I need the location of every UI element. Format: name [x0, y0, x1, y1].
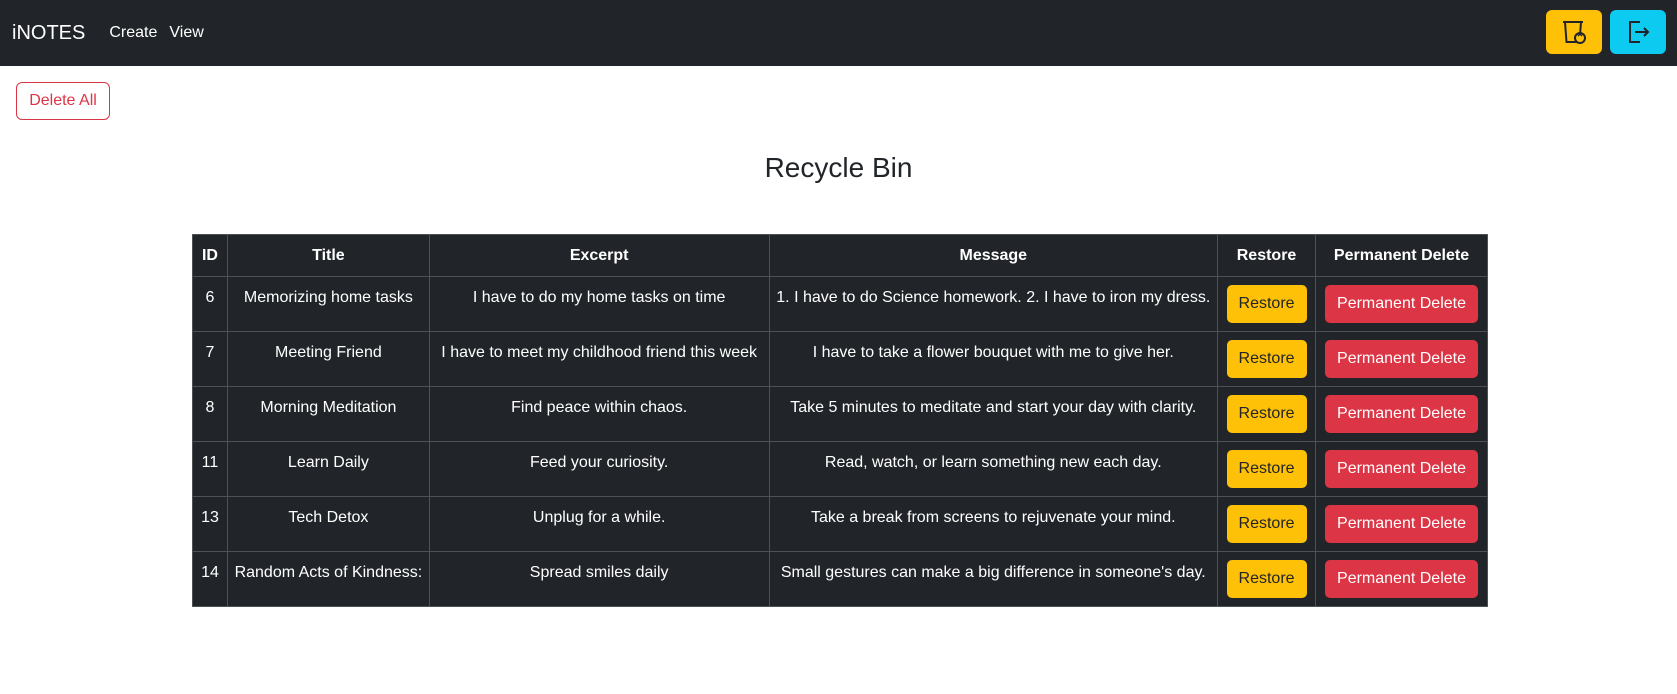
brand-logo[interactable]: iNOTES: [12, 22, 85, 45]
cell-excerpt: Find peace within chaos.: [428, 386, 770, 442]
permanent-delete-button[interactable]: Permanent Delete: [1325, 285, 1478, 323]
cell-excerpt: Spread smiles daily: [428, 551, 770, 607]
cell-id: 6: [192, 276, 228, 332]
restore-button[interactable]: Restore: [1226, 505, 1307, 543]
cell-permanent-delete: Permanent Delete: [1315, 496, 1488, 552]
cell-permanent-delete: Permanent Delete: [1315, 441, 1488, 497]
logout-button[interactable]: [1610, 10, 1666, 54]
cell-restore: Restore: [1217, 331, 1317, 387]
nav-link-view[interactable]: View: [169, 24, 203, 42]
cell-excerpt: Unplug for a while.: [428, 496, 770, 552]
cell-restore: Restore: [1217, 496, 1317, 552]
column-header-message: Message: [768, 234, 1219, 277]
nav-actions: [1546, 10, 1666, 54]
cell-id: 7: [192, 331, 228, 387]
cell-restore: Restore: [1217, 276, 1317, 332]
permanent-delete-button[interactable]: Permanent Delete: [1325, 395, 1478, 433]
table-row: 6 Memorizing home tasks I have to do my …: [192, 276, 1488, 332]
recycle-bin-button[interactable]: [1546, 10, 1602, 54]
cell-excerpt: Feed your curiosity.: [428, 441, 770, 497]
restore-button[interactable]: Restore: [1226, 450, 1307, 488]
cell-permanent-delete: Permanent Delete: [1315, 386, 1488, 442]
logout-icon: [1629, 21, 1650, 43]
cell-restore: Restore: [1217, 551, 1317, 607]
column-header-title: Title: [226, 234, 430, 277]
permanent-delete-button[interactable]: Permanent Delete: [1325, 450, 1478, 488]
cell-restore: Restore: [1217, 441, 1317, 497]
cell-id: 11: [192, 441, 228, 497]
restore-button[interactable]: Restore: [1226, 395, 1307, 433]
permanent-delete-button[interactable]: Permanent Delete: [1325, 505, 1478, 543]
cell-title: Morning Meditation: [226, 386, 430, 442]
cell-permanent-delete: Permanent Delete: [1315, 551, 1488, 607]
cell-message: I have to take a flower bouquet with me …: [768, 331, 1219, 387]
cell-excerpt: I have to do my home tasks on time: [428, 276, 770, 332]
table-row: 13 Tech Detox Unplug for a while. Take a…: [192, 496, 1488, 552]
cell-title: Meeting Friend: [226, 331, 430, 387]
cell-title: Tech Detox: [226, 496, 430, 552]
cell-title: Learn Daily: [226, 441, 430, 497]
cell-id: 13: [192, 496, 228, 552]
column-header-excerpt: Excerpt: [428, 234, 770, 277]
permanent-delete-button[interactable]: Permanent Delete: [1325, 340, 1478, 378]
nav-link-create[interactable]: Create: [109, 24, 157, 42]
cell-message: Small gestures can make a big difference…: [768, 551, 1219, 607]
cell-excerpt: I have to meet my childhood friend this …: [428, 331, 770, 387]
page-title: Recycle Bin: [764, 152, 913, 183]
table-header-row: ID Title Excerpt Message Restore Permane…: [192, 234, 1488, 277]
cell-permanent-delete: Permanent Delete: [1315, 276, 1488, 332]
permanent-delete-button[interactable]: Permanent Delete: [1325, 560, 1478, 598]
recycle-bin-table: ID Title Excerpt Message Restore Permane…: [192, 234, 1488, 607]
cell-title: Memorizing home tasks: [226, 276, 430, 332]
table-row: 11 Learn Daily Feed your curiosity. Read…: [192, 441, 1488, 497]
column-header-id: ID: [192, 234, 228, 277]
cell-message: 1. I have to do Science homework. 2. I h…: [768, 276, 1219, 332]
table-row: 8 Morning Meditation Find peace within c…: [192, 386, 1488, 442]
cell-id: 14: [192, 551, 228, 607]
restore-button[interactable]: Restore: [1226, 560, 1307, 598]
table-row: 14 Random Acts of Kindness: Spread smile…: [192, 551, 1488, 607]
top-navbar: iNOTES Create View: [0, 0, 1677, 66]
restore-button[interactable]: Restore: [1226, 285, 1307, 323]
restore-button[interactable]: Restore: [1226, 340, 1307, 378]
cell-title: Random Acts of Kindness:: [226, 551, 430, 607]
cell-message: Read, watch, or learn something new each…: [768, 441, 1219, 497]
column-header-permanent-delete: Permanent Delete: [1315, 234, 1488, 277]
cell-id: 8: [192, 386, 228, 442]
delete-all-button[interactable]: Delete All: [16, 82, 110, 120]
cell-permanent-delete: Permanent Delete: [1315, 331, 1488, 387]
table-row: 7 Meeting Friend I have to meet my child…: [192, 331, 1488, 387]
cell-restore: Restore: [1217, 386, 1317, 442]
column-header-restore: Restore: [1217, 234, 1317, 277]
recycle-bin-icon: [1563, 21, 1586, 44]
cell-message: Take a break from screens to rejuvenate …: [768, 496, 1219, 552]
cell-message: Take 5 minutes to meditate and start you…: [768, 386, 1219, 442]
